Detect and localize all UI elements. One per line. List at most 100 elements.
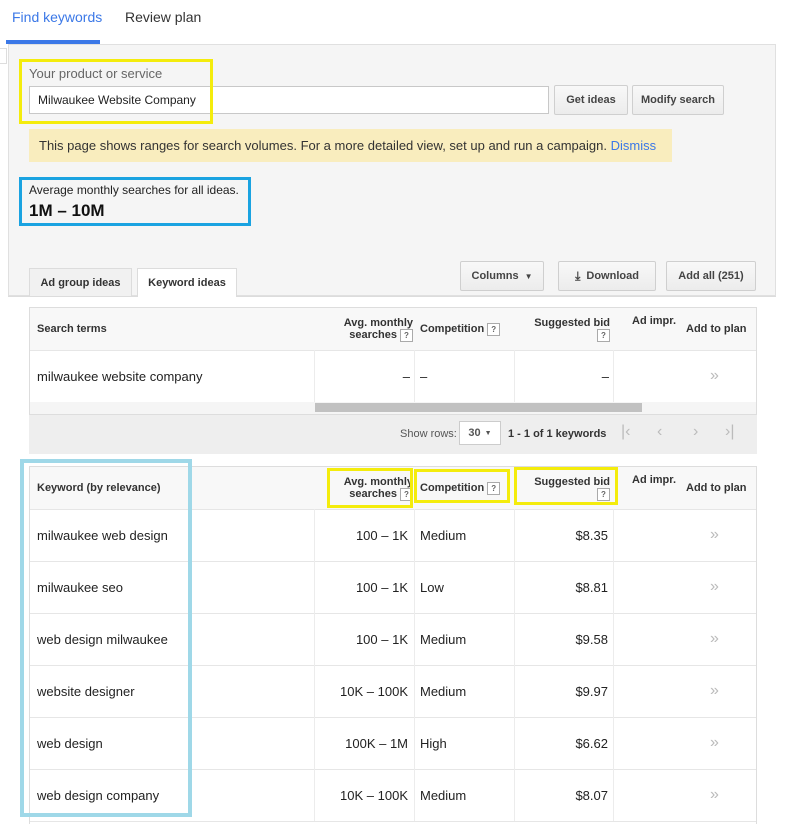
tab-ad-group-ideas[interactable]: Ad group ideas <box>29 268 132 296</box>
columns-button[interactable]: Columns ▼ <box>460 261 544 291</box>
chevron-down-icon: ▼ <box>484 429 492 437</box>
table-row: milwaukee web design 100 – 1K Medium $8.35 » <box>30 509 756 562</box>
avg-searches-cell: 100 – 1K <box>355 631 408 647</box>
header-avg-line2: searches <box>349 487 397 500</box>
tab-review-plan[interactable]: Review plan <box>125 0 201 44</box>
keyword-ideas-table: Keyword (by relevance) Avg. monthly searc… <box>29 466 757 824</box>
add-to-plan-icon[interactable]: » <box>710 561 730 613</box>
header-avg-line1: Avg. monthly <box>343 316 413 329</box>
header-avg-line2: searches <box>349 328 397 341</box>
help-icon[interactable]: ? <box>597 328 610 342</box>
keyword-cell: milwaukee seo <box>37 579 123 595</box>
search-terms-table: Search terms Avg. monthly searches? Compe… <box>29 307 757 415</box>
keyword-cell: web design company <box>37 787 160 803</box>
header-bid-label: Suggested bid <box>534 475 610 488</box>
first-page-icon[interactable]: |‹ <box>621 423 630 441</box>
competition-cell: Medium <box>420 683 467 699</box>
help-icon[interactable]: ? <box>400 328 413 342</box>
table-row: milwaukee seo 100 – 1K Low $8.81 » <box>30 561 756 614</box>
help-icon[interactable]: ? <box>400 487 413 501</box>
add-to-plan-icon[interactable]: » <box>710 717 730 769</box>
suggested-bid-cell: $9.97 <box>575 683 608 699</box>
keyword-cell: website designer <box>37 683 135 699</box>
download-button[interactable]: ⤓ Download <box>558 261 656 291</box>
help-icon[interactable]: ? <box>487 322 501 336</box>
suggested-bid-cell: $8.07 <box>575 787 608 803</box>
prev-page-icon[interactable]: ‹ <box>657 423 662 441</box>
download-icon: ⤓ <box>575 268 581 283</box>
dismiss-link[interactable]: Dismiss <box>611 138 657 153</box>
pagination-bar: Show rows: 30 ▼ 1 - 1 of 1 keywords |‹ ‹ … <box>29 415 757 454</box>
product-label: Your product or service <box>29 66 163 81</box>
header-ad-impr[interactable]: Ad impr. <box>632 467 682 509</box>
last-page-icon[interactable]: ›| <box>725 423 734 441</box>
competition-cell: Medium <box>420 787 467 803</box>
page-range: 1 - 1 of 1 keywords <box>508 428 607 440</box>
scrollbar-thumb[interactable] <box>315 403 642 412</box>
header-add-to-plan: Add to plan <box>686 323 747 335</box>
table-row: web design company 10K – 100K Medium $8.07 » <box>30 769 756 822</box>
table-row: website designer 10K – 100K Medium $9.97 » <box>30 665 756 718</box>
add-all-button[interactable]: Add all (251) <box>666 261 756 291</box>
get-ideas-button[interactable]: Get ideas <box>554 85 628 115</box>
table-row: web design milwaukee 100 – 1K Medium $9.58 » <box>30 613 756 666</box>
collapse-handle[interactable] <box>0 48 7 64</box>
suggested-bid-cell: $8.81 <box>575 579 608 595</box>
help-icon[interactable]: ? <box>597 487 610 501</box>
table-row: milwaukee website company – – – » <box>30 350 756 403</box>
header-competition[interactable]: Competition? <box>420 467 520 509</box>
notice-text: This page shows ranges for search volume… <box>39 138 607 153</box>
table-header: Keyword (by relevance) Avg. monthly searc… <box>30 467 756 510</box>
search-panel <box>8 44 776 296</box>
show-rows-label: Show rows: <box>400 428 457 440</box>
row-avg: – <box>402 368 410 384</box>
suggested-bid-cell: $8.35 <box>575 527 608 543</box>
avg-searches-cell: 10K – 100K <box>340 787 408 803</box>
row-competition: – <box>420 368 428 384</box>
table-header: Search terms Avg. monthly searches? Compe… <box>30 308 756 351</box>
header-keyword[interactable]: Keyword (by relevance) <box>37 467 237 509</box>
search-term: milwaukee website company <box>37 368 203 384</box>
header-suggested-bid[interactable]: Suggested bid? <box>518 467 610 509</box>
product-input[interactable]: Milwaukee Website Company <box>29 86 549 114</box>
add-to-plan-icon[interactable]: » <box>710 613 730 665</box>
add-to-plan-icon[interactable]: » <box>710 665 730 717</box>
header-avg-monthly[interactable]: Avg. monthly searches? <box>315 467 413 509</box>
avg-searches-label: Average monthly searches for all ideas. <box>29 183 239 197</box>
rows-per-page-select[interactable]: 30 ▼ <box>459 421 501 445</box>
header-competition-label: Competition <box>420 482 485 494</box>
competition-cell: Medium <box>420 631 467 647</box>
table-row: web design 100K – 1M High $6.62 » <box>30 717 756 770</box>
header-competition-label: Competition <box>420 323 485 335</box>
competition-cell: Medium <box>420 527 467 543</box>
competition-cell: Low <box>420 579 444 595</box>
horizontal-scrollbar[interactable] <box>30 402 756 414</box>
tab-keyword-ideas[interactable]: Keyword ideas <box>137 268 237 297</box>
suggested-bid-cell: $6.62 <box>575 735 608 751</box>
modify-search-button[interactable]: Modify search <box>632 85 724 115</box>
header-competition[interactable]: Competition? <box>420 308 520 350</box>
header-add-to-plan: Add to plan <box>686 482 747 494</box>
help-icon[interactable]: ? <box>487 481 501 495</box>
header-ad-impr[interactable]: Ad impr. <box>632 308 682 350</box>
avg-searches-cell: 10K – 100K <box>340 683 408 699</box>
competition-cell: High <box>420 735 447 751</box>
add-to-plan-icon[interactable]: » <box>710 769 730 821</box>
header-avg-monthly[interactable]: Avg. monthly searches? <box>315 308 413 350</box>
keyword-cell: web design <box>37 735 103 751</box>
header-avg-line1: Avg. monthly <box>343 475 413 488</box>
download-label: Download <box>586 270 639 282</box>
next-page-icon[interactable]: › <box>693 423 698 441</box>
header-suggested-bid[interactable]: Suggested bid? <box>518 308 610 350</box>
row-bid: – <box>601 368 609 384</box>
add-to-plan-icon[interactable]: » <box>710 509 730 561</box>
tab-find-keywords[interactable]: Find keywords <box>12 0 102 44</box>
keyword-cell: web design milwaukee <box>37 631 168 647</box>
notice-bar: This page shows ranges for search volume… <box>29 129 672 162</box>
chevron-down-icon: ▼ <box>524 271 533 281</box>
suggested-bid-cell: $9.58 <box>575 631 608 647</box>
avg-searches-cell: 100 – 1K <box>355 527 408 543</box>
tabs-divider <box>8 296 776 297</box>
header-search-terms[interactable]: Search terms <box>37 308 287 350</box>
add-to-plan-icon[interactable]: » <box>710 350 730 402</box>
